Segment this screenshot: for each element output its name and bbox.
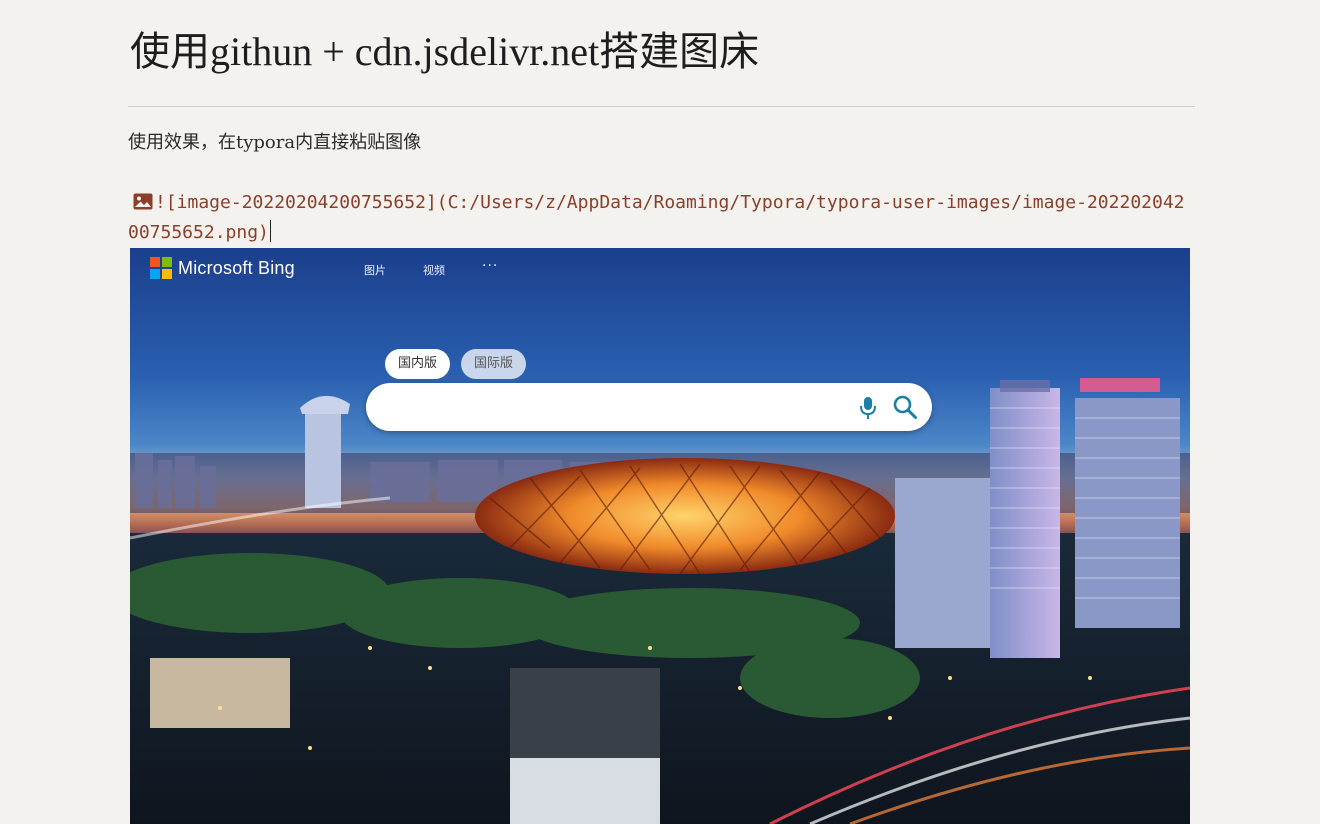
search-icon[interactable] (892, 394, 918, 420)
cityscape-background (130, 378, 1190, 824)
heading-divider (128, 106, 1195, 107)
intro-paragraph[interactable]: 使用效果，在typora内直接粘贴图像 (128, 130, 421, 156)
tab-international[interactable]: 国际版 (461, 349, 527, 379)
brand-name: Microsoft Bing (178, 257, 295, 278)
microsoft-logo-icon (150, 257, 172, 279)
tab-domestic[interactable]: 国内版 (385, 349, 451, 379)
embedded-screenshot: Microsoft Bing 图片 视频 ··· 国内版 国际版 (130, 248, 1190, 824)
search-input[interactable] (366, 383, 932, 431)
bing-logo[interactable]: Microsoft Bing (150, 256, 295, 280)
image-markdown-source[interactable]: ![image-20220204200755652](C:/Users/z/Ap… (128, 188, 1192, 248)
text-caret (269, 220, 272, 242)
more-menu-icon[interactable]: ··· (482, 258, 498, 274)
nav-videos[interactable]: 视频 (423, 262, 445, 278)
page-title: 使用githun + cdn.jsdelivr.net搭建图床 (130, 29, 760, 74)
nav-images[interactable]: 图片 (364, 262, 386, 278)
markdown-text: ![image-20220204200755652](C:/Users/z/Ap… (128, 192, 1185, 243)
image-icon[interactable] (133, 190, 153, 210)
microphone-icon[interactable] (856, 395, 880, 421)
